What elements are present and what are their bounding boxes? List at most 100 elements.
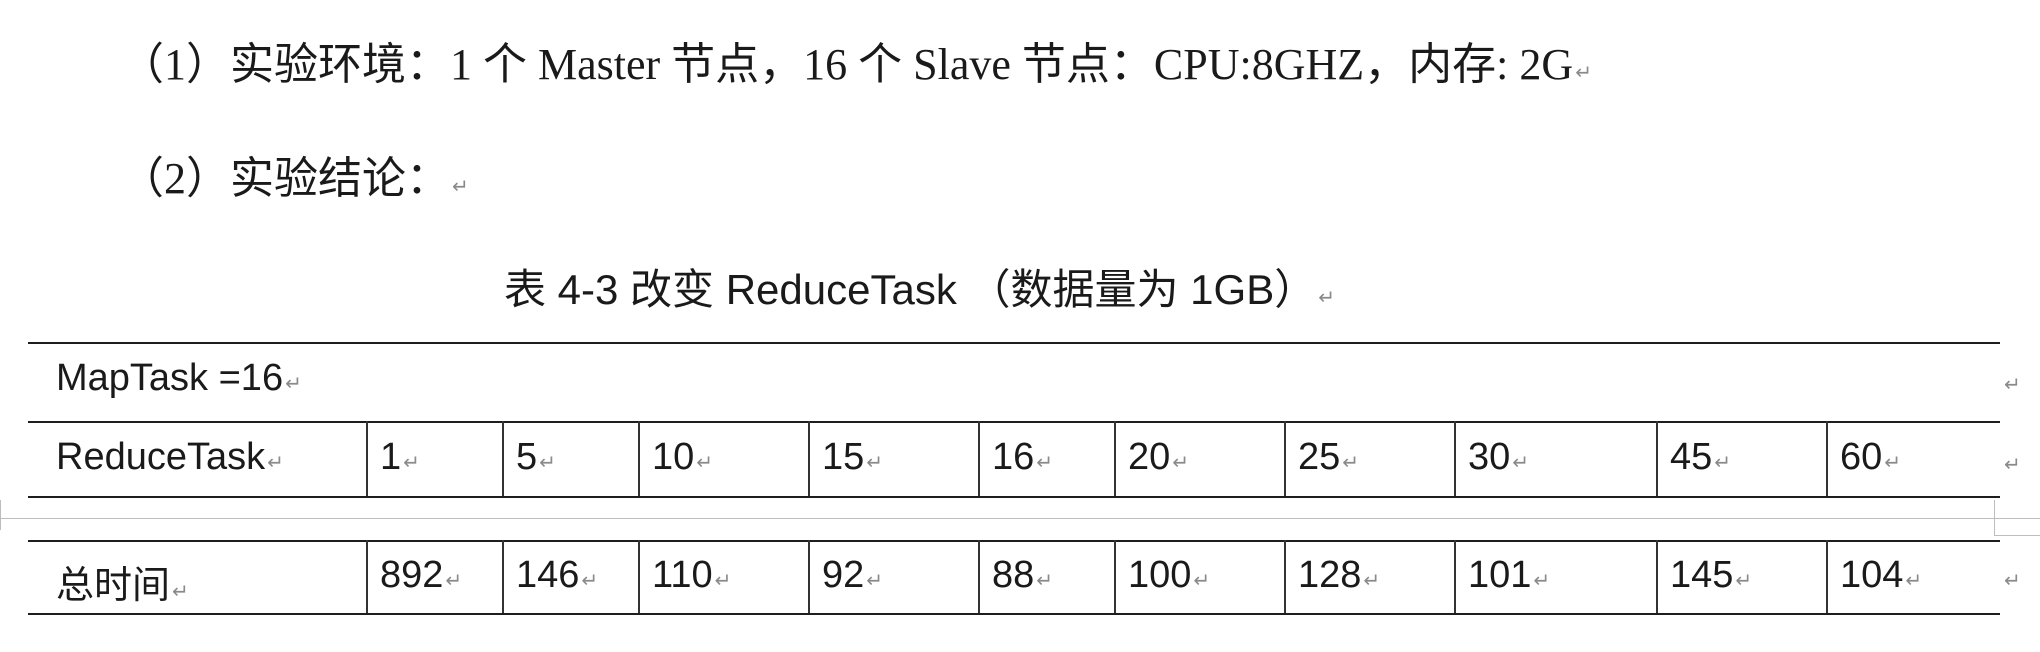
paragraph-mark-icon	[267, 450, 284, 474]
reducetask-cell: 30	[1468, 436, 1529, 479]
table-rule-bottom	[28, 613, 2000, 615]
paragraph-mark-icon	[866, 568, 883, 592]
paragraph-mark-icon	[1533, 568, 1550, 592]
reducetask-value: 10	[652, 436, 695, 478]
table-column-divider	[1454, 540, 1456, 613]
table-column-divider	[978, 421, 980, 496]
reducetask-value: 20	[1128, 436, 1171, 478]
table-column-divider	[366, 540, 368, 613]
table-rule	[28, 496, 2000, 498]
table-column-divider	[978, 540, 980, 613]
reducetask-cell: 1	[380, 436, 420, 479]
reducetask-cell: 15	[822, 436, 883, 479]
total-time-cell: 101	[1468, 554, 1550, 597]
paragraph-mark-icon	[1318, 285, 1335, 309]
total-time-value: 101	[1468, 554, 1532, 596]
paragraph-mark-icon	[866, 450, 883, 474]
table-split-guide	[1994, 500, 1995, 536]
reducetask-value: 16	[992, 436, 1035, 478]
table-split-guide	[0, 518, 2040, 519]
total-time-cell: 892	[380, 554, 462, 597]
paragraph-mark-icon	[1036, 450, 1053, 474]
paragraph-mark-icon	[1172, 450, 1189, 474]
reducetask-value: 5	[516, 436, 538, 478]
table-rule	[28, 421, 2000, 423]
paragraph-mark-icon	[1575, 60, 1592, 84]
reducetask-label-cell: ReduceTask	[56, 436, 284, 479]
total-time-cell: 92	[822, 554, 883, 597]
paragraph-mark-icon	[1512, 450, 1529, 474]
table-column-divider	[1656, 540, 1658, 613]
paragraph-mark-icon	[1193, 568, 1210, 592]
table-column-divider	[1114, 540, 1116, 613]
total-time-value: 110	[652, 554, 713, 596]
paragraph-mark-icon	[1905, 568, 1922, 592]
total-time-value: 145	[1670, 554, 1734, 596]
table-column-divider	[1284, 540, 1286, 613]
paragraph-mark-icon	[172, 579, 189, 603]
paragraph-mark-icon	[452, 174, 469, 198]
total-time-value: 100	[1128, 554, 1192, 596]
table-column-divider	[1284, 421, 1286, 496]
table-column-divider	[1114, 421, 1116, 496]
row-end-mark-icon	[2004, 568, 2021, 592]
table-column-divider	[1826, 421, 1828, 496]
table-split-guide	[1994, 535, 2040, 536]
total-time-value: 88	[992, 554, 1035, 596]
paragraph-mark-icon	[1884, 450, 1901, 474]
total-time-cell: 110	[652, 554, 731, 597]
paragraph-mark-icon	[1036, 568, 1053, 592]
maptask-header-text: MapTask =16	[56, 357, 284, 399]
paragraph-mark-icon	[1342, 450, 1359, 474]
row-end-mark-icon	[2004, 452, 2021, 476]
paragraph-env-text: （1）实验环境：1 个 Master 节点，16 个 Slave 节点：CPU:…	[120, 40, 1574, 89]
total-time-cell: 145	[1670, 554, 1752, 597]
table-caption-text: 表 4-3 改变 ReduceTask （数据量为 1GB）	[504, 266, 1317, 313]
paragraph-experiment-environment: （1）实验环境：1 个 Master 节点，16 个 Slave 节点：CPU:…	[120, 28, 1592, 92]
table-column-divider	[502, 421, 504, 496]
paragraph-mark-icon	[1363, 568, 1380, 592]
paragraph-mark-icon	[581, 568, 598, 592]
paragraph-mark-icon	[1714, 450, 1731, 474]
reducetask-cell: 60	[1840, 436, 1901, 479]
table-column-divider	[638, 540, 640, 613]
total-time-cell: 104	[1840, 554, 1922, 597]
paragraph-mark-icon	[696, 450, 713, 474]
table-column-divider	[502, 540, 504, 613]
total-time-cell: 146	[516, 554, 598, 597]
reducetask-value: 30	[1468, 436, 1511, 478]
paragraph-mark-icon	[285, 371, 302, 395]
total-time-value: 892	[380, 554, 444, 596]
reducetask-value: 45	[1670, 436, 1713, 478]
table-column-divider	[638, 421, 640, 496]
reducetask-cell: 16	[992, 436, 1053, 479]
total-time-cell: 100	[1128, 554, 1210, 597]
total-time-value: 128	[1298, 554, 1362, 596]
reducetask-label: ReduceTask	[56, 436, 266, 478]
reducetask-value: 25	[1298, 436, 1341, 478]
reducetask-cell: 45	[1670, 436, 1731, 479]
paragraph-conclusion-text: （2）实验结论：	[120, 154, 450, 203]
total-time-label: 总时间	[56, 565, 171, 607]
total-time-value: 104	[1840, 554, 1904, 596]
table-column-divider	[1826, 540, 1828, 613]
paragraph-mark-icon	[1735, 568, 1752, 592]
total-time-cell: 128	[1298, 554, 1380, 597]
reducetask-cell: 5	[516, 436, 556, 479]
table-rule	[28, 540, 2000, 542]
table-column-divider	[1656, 421, 1658, 496]
paragraph-mark-icon	[403, 450, 420, 474]
total-time-cell: 88	[992, 554, 1053, 597]
reducetask-cell: 25	[1298, 436, 1359, 479]
maptask-header-cell: MapTask =16	[56, 357, 302, 400]
paragraph-experiment-conclusion: （2）实验结论：	[120, 142, 469, 206]
row-end-mark-icon	[2004, 372, 2021, 396]
paragraph-mark-icon	[445, 568, 462, 592]
reducetask-value: 60	[1840, 436, 1883, 478]
table-column-divider	[808, 540, 810, 613]
table-split-guide	[0, 500, 1, 530]
total-time-value: 92	[822, 554, 865, 596]
total-time-label-cell: 总时间	[56, 554, 189, 609]
table-column-divider	[808, 421, 810, 496]
paragraph-mark-icon	[539, 450, 556, 474]
